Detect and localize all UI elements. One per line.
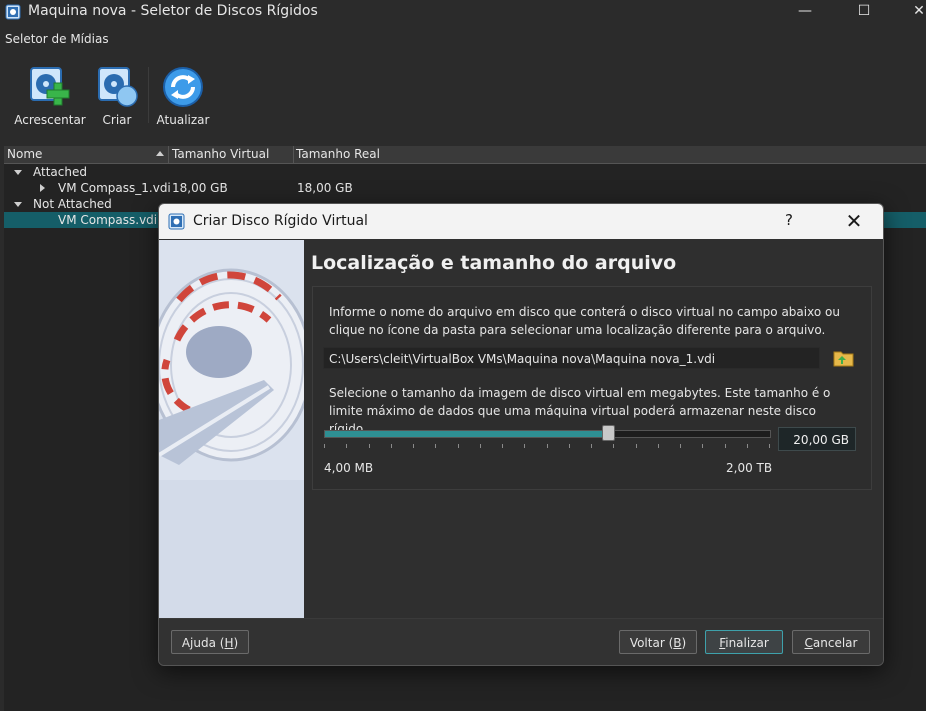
dialog-title: Criar Disco Rígido Virtual (193, 213, 368, 229)
cancel-button[interactable]: Cancelar (792, 630, 870, 654)
disk-name: VM Compass_1.vdi (58, 181, 171, 195)
toolbar: Acrescentar Criar Atualizar (0, 55, 926, 135)
back-button-mnemonic: B (673, 636, 682, 650)
table-row[interactable]: VM Compass_1.vdi 18,00 GB 18,00 GB (4, 180, 926, 196)
page-heading: Localização e tamanho do arquivo (311, 252, 677, 274)
refresh-button[interactable]: Atualizar (156, 65, 210, 127)
refresh-icon (161, 65, 205, 109)
folder-icon[interactable] (832, 347, 856, 369)
menubar: Seletor de Mídias (0, 29, 926, 51)
minimize-button[interactable]: — (782, 0, 828, 24)
wizard-disk-illustration (159, 240, 304, 618)
finish-button[interactable]: Finalizar (705, 630, 783, 654)
virtualbox-disk-icon (168, 213, 185, 230)
tree-header: Nome Tamanho Virtual Tamanho Real (4, 146, 926, 164)
max-size-label: 2,00 TB (726, 461, 773, 475)
column-name-header[interactable]: Nome (7, 147, 42, 161)
slider-tick (747, 444, 748, 448)
slider-tick (458, 444, 459, 448)
window-title: Maquina nova - Seletor de Discos Rígidos (28, 3, 318, 19)
dialog-titlebar[interactable]: Criar Disco Rígido Virtual ? ✕ (159, 204, 883, 239)
slider-tick (502, 444, 503, 448)
column-separator[interactable] (168, 146, 169, 163)
slider-tick (769, 444, 770, 448)
slider-tick (636, 444, 637, 448)
help-icon[interactable]: ? (785, 211, 793, 229)
refresh-button-label: Atualizar (156, 113, 210, 127)
slider-tick (391, 444, 392, 448)
close-dialog-button[interactable]: ✕ (839, 207, 869, 235)
help-button[interactable]: Ajuda (H) (171, 630, 249, 654)
slider-tick (725, 444, 726, 448)
create-button[interactable]: Criar (96, 65, 138, 127)
dialog-footer: Ajuda (H) Voltar (B) Finalizar Cancelar (159, 618, 883, 665)
back-button-label-tail: ) (681, 636, 687, 650)
group-label: Attached (33, 165, 87, 179)
create-button-label: Criar (102, 113, 132, 127)
toolbar-separator (148, 67, 149, 123)
slider-tick (613, 444, 614, 448)
window-titlebar: Maquina nova - Seletor de Discos Rígidos… (0, 0, 926, 26)
disk-path-field[interactable]: C:\Users\cleit\VirtualBox VMs\Maquina no… (323, 347, 820, 369)
cancel-button-label: ancelar (812, 636, 858, 650)
close-window-button[interactable]: ✕ (896, 0, 926, 24)
add-disk-icon (28, 65, 72, 109)
finish-button-label: inalizar (725, 636, 769, 650)
slider-handle[interactable] (602, 425, 615, 441)
slider-tick (680, 444, 681, 448)
slider-tick (369, 444, 370, 448)
back-button[interactable]: Voltar (B) (619, 630, 697, 654)
expand-icon[interactable] (40, 184, 45, 192)
add-button[interactable]: Acrescentar (14, 65, 86, 127)
column-actual-size-header[interactable]: Tamanho Real (296, 147, 380, 161)
slider-fill (325, 431, 608, 437)
collapse-icon[interactable] (14, 170, 22, 175)
collapse-icon[interactable] (14, 202, 22, 207)
slider-tick (658, 444, 659, 448)
slider-tick (702, 444, 703, 448)
slider-tick (524, 444, 525, 448)
slider-tick (435, 444, 436, 448)
sort-ascending-icon (156, 151, 164, 156)
virtualbox-app-icon (5, 4, 21, 20)
help-button-label: Ajuda ( (181, 636, 225, 650)
slider-tick (547, 444, 548, 448)
create-virtual-disk-dialog: Criar Disco Rígido Virtual ? ✕ Localizaç… (158, 203, 884, 666)
back-button-label: Voltar ( (629, 636, 674, 650)
disk-size-slider[interactable] (324, 430, 771, 438)
slider-tick (569, 444, 570, 448)
add-button-label: Acrescentar (14, 113, 86, 127)
disk-virtual-size: 18,00 GB (172, 181, 228, 195)
menu-media-selector[interactable]: Seletor de Mídias (5, 32, 109, 46)
disk-actual-size: 18,00 GB (297, 181, 353, 195)
group-attached[interactable]: Attached (4, 164, 926, 180)
slider-tick (480, 444, 481, 448)
group-label: Not Attached (33, 197, 112, 211)
min-size-label: 4,00 MB (324, 461, 374, 475)
slider-tick (346, 444, 347, 448)
column-virtual-size-header[interactable]: Tamanho Virtual (172, 147, 269, 161)
slider-tick (591, 444, 592, 448)
create-disk-icon (96, 65, 140, 109)
maximize-button[interactable]: ☐ (841, 0, 887, 24)
location-description: Informe o nome do arquivo em disco que c… (329, 305, 840, 337)
column-separator[interactable] (293, 146, 294, 163)
disk-size-field[interactable]: 20,00 GB (778, 427, 856, 451)
slider-tick (324, 444, 325, 448)
disk-name: VM Compass.vdi (58, 213, 158, 227)
help-button-label-tail: ) (233, 636, 239, 650)
slider-tick (413, 444, 414, 448)
cancel-button-mnemonic: C (804, 636, 813, 650)
settings-panel: Informe o nome do arquivo em disco que c… (312, 286, 872, 490)
